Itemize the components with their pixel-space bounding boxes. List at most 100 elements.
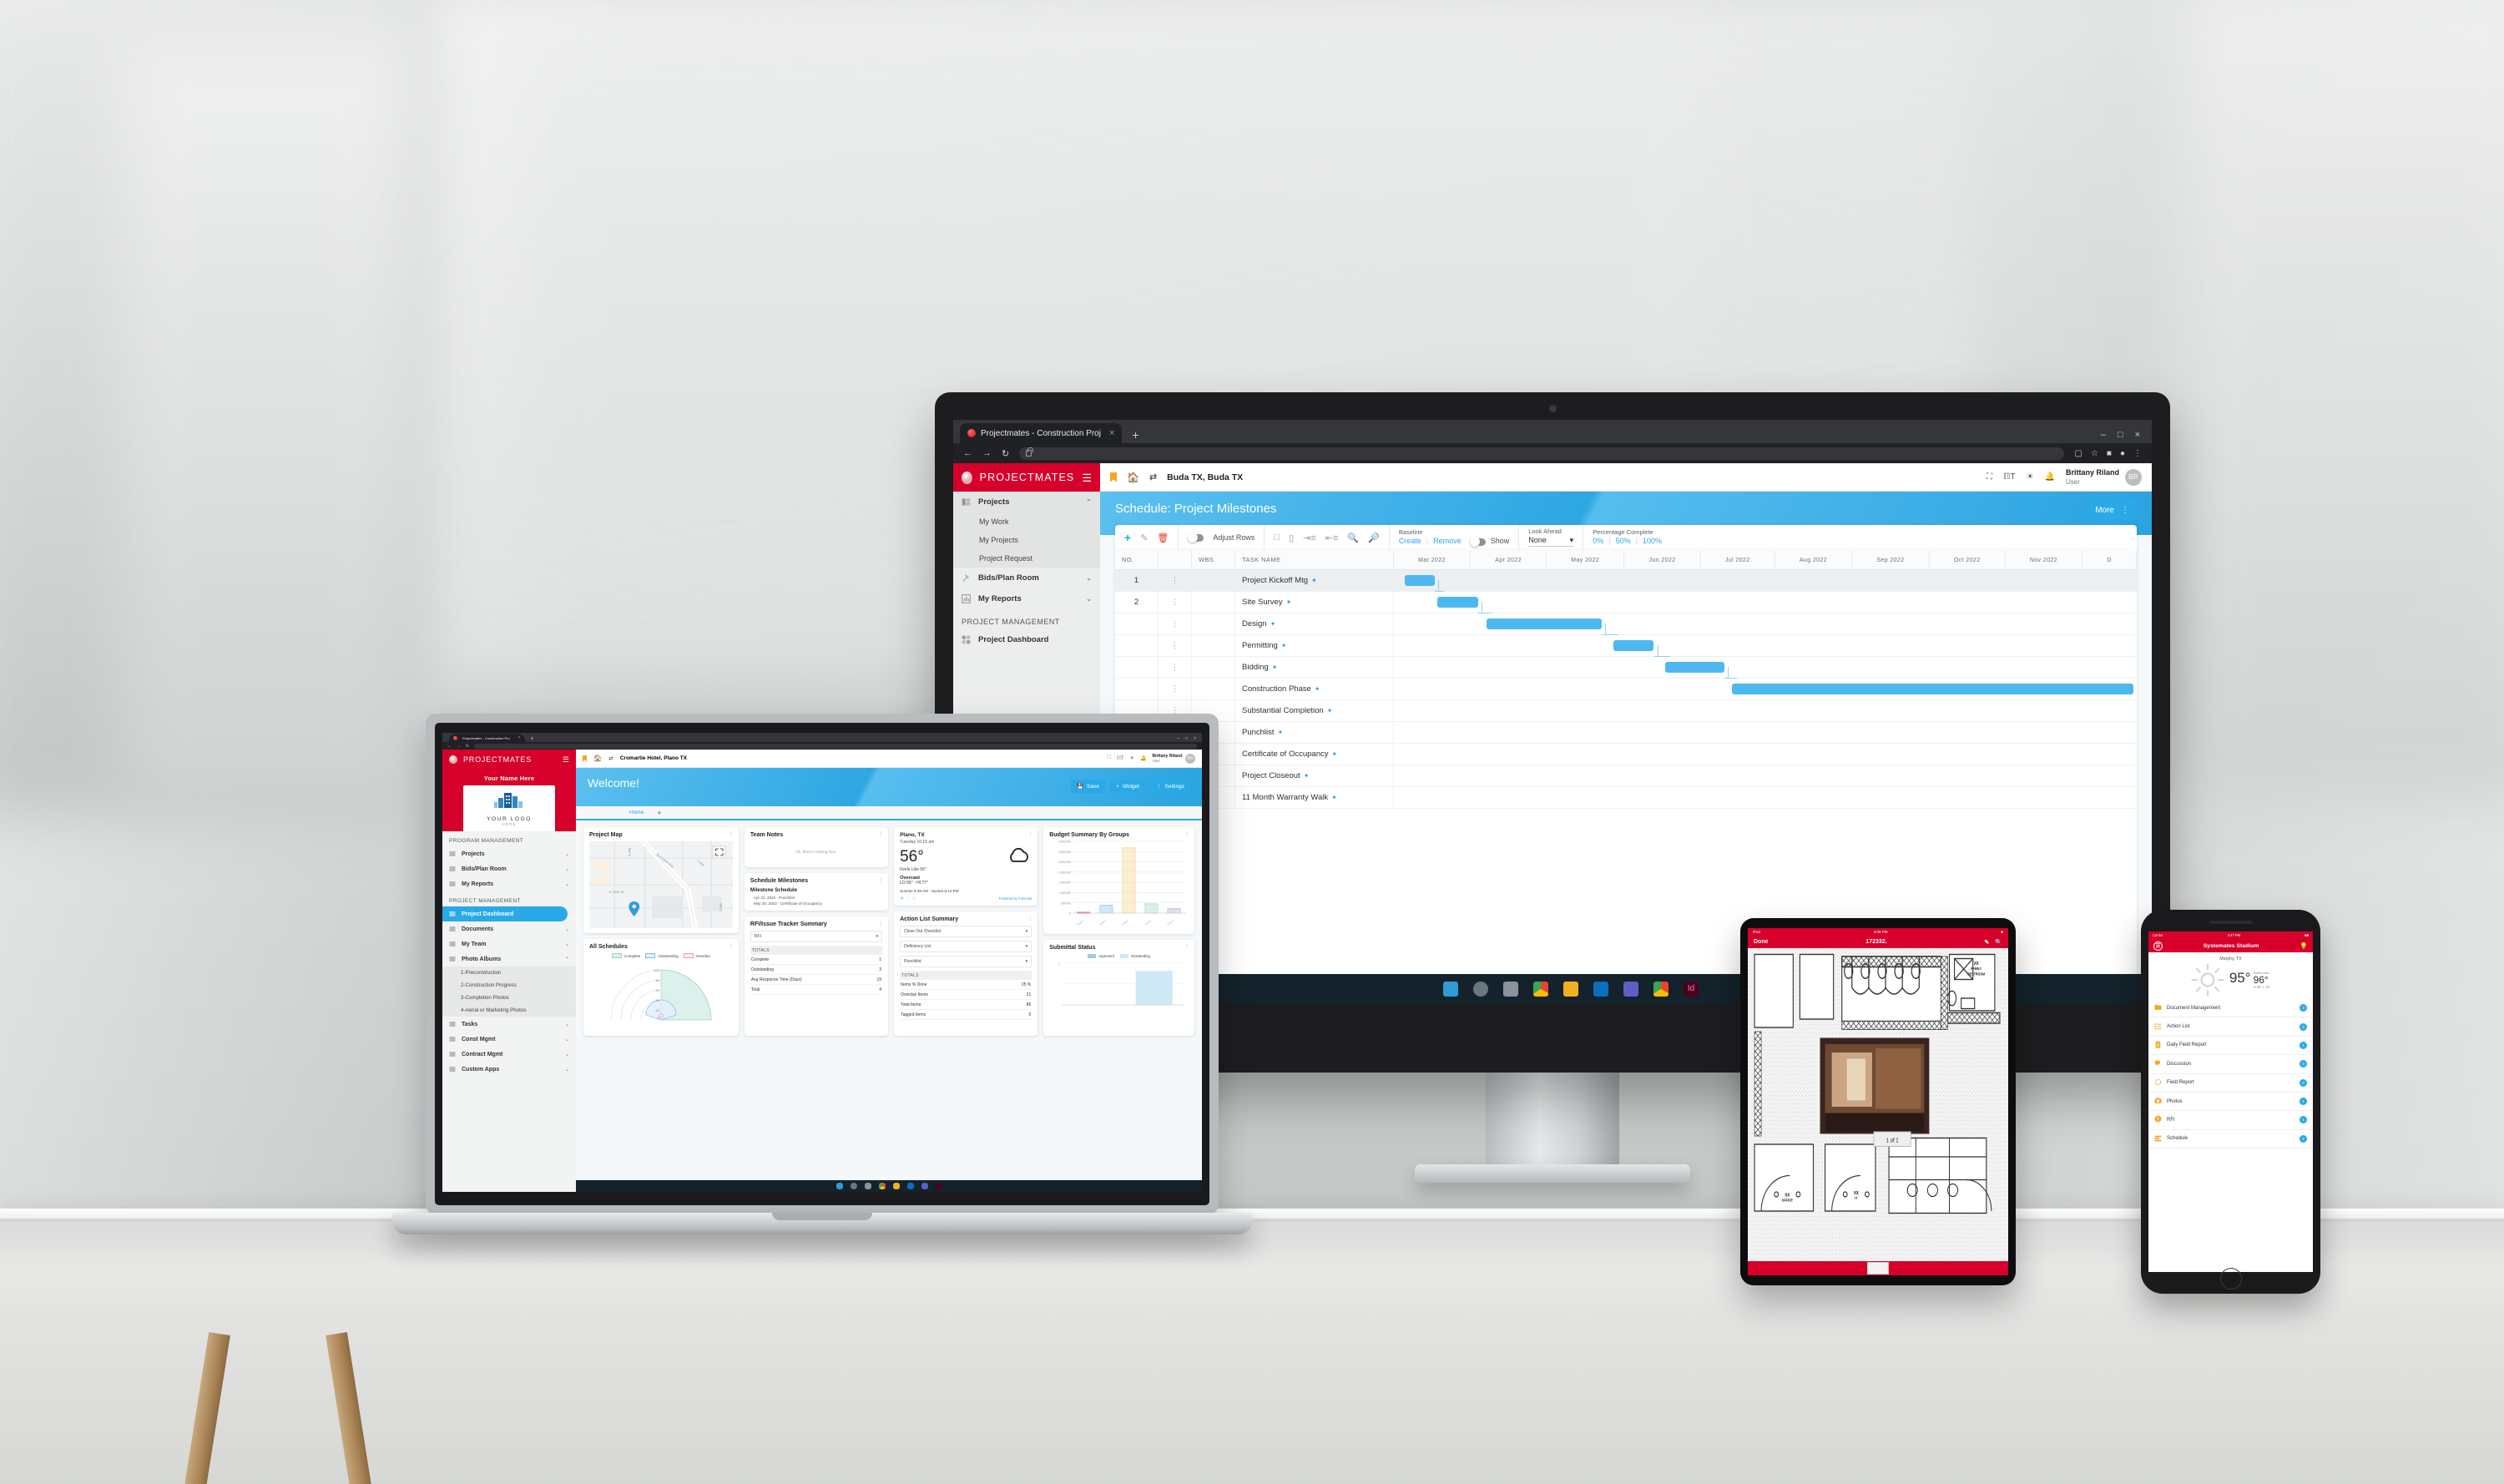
back-icon[interactable]: ← — [447, 744, 452, 749]
phone-menu-item-photos[interactable]: Photos 1 — [2148, 1093, 2313, 1112]
new-tab-button[interactable]: + — [1123, 428, 1147, 443]
explorer-icon[interactable] — [1563, 982, 1578, 997]
forward-icon[interactable]: → — [457, 744, 461, 749]
browser-extensions[interactable]: ▢ ☆ ■ ● ⋮ — [2074, 449, 2142, 458]
maximize-icon[interactable]: □ — [1185, 736, 1188, 741]
brightness-icon[interactable]: ☀ — [1130, 755, 1134, 761]
page-thumbnail[interactable] — [1867, 1262, 1889, 1275]
sidebar-subitem[interactable]: 3-Completion Photos — [442, 992, 576, 1004]
sidebar-item-my-team[interactable]: My Team ⌄ — [442, 936, 576, 951]
rfi-select[interactable]: RFI ▾ — [750, 931, 883, 942]
home-button[interactable] — [2219, 1268, 2242, 1290]
back-icon[interactable]: ← — [963, 448, 972, 458]
close-tab-icon[interactable]: × — [1109, 428, 1114, 438]
expand-all-icon[interactable]: □ — [1274, 533, 1280, 543]
avatar[interactable]: BR — [1185, 753, 1195, 764]
action-list-select[interactable]: Deficiency List ▾ — [900, 941, 1032, 952]
zoom-in-icon[interactable]: 🔍 — [1347, 533, 1359, 543]
taskview-icon[interactable] — [1503, 982, 1518, 997]
maximize-icon[interactable]: □ — [2118, 430, 2123, 440]
close-tab-icon[interactable]: × — [518, 735, 521, 740]
kebab-icon[interactable]: ⋮ — [729, 944, 734, 949]
weather-credit[interactable]: Powered by Forecast — [999, 896, 1032, 901]
phone-menu-item-action-list[interactable]: Action List 3 — [2148, 1017, 2313, 1037]
explorer-icon[interactable] — [892, 1183, 900, 1189]
gantt-bar[interactable] — [1405, 575, 1435, 586]
share-icon[interactable]: ▢ — [2074, 449, 2082, 458]
bookmark-icon[interactable] — [1110, 472, 1117, 482]
avatar[interactable]: BR — [2125, 468, 2142, 486]
sidebar-item-my-work[interactable]: My Work — [953, 512, 1100, 531]
kebab-icon[interactable]: ⋮ — [878, 878, 883, 883]
indesign-icon[interactable] — [935, 1183, 942, 1189]
laptop-taskbar[interactable] — [576, 1180, 1202, 1192]
sidebar-item-bids-plan-room[interactable]: Bids/Plan Room ⌄ — [953, 568, 1100, 588]
chevron-icon[interactable]: ⌄ — [565, 1022, 569, 1027]
swap-icon[interactable]: ⇄ — [608, 755, 613, 762]
sidebar-item-my-reports[interactable]: My Reports ⌄ — [953, 588, 1100, 609]
new-tab-button[interactable]: + — [527, 736, 538, 742]
sidebar-subitem[interactable]: 1-Preconstruction — [442, 967, 576, 979]
start-icon[interactable] — [836, 1183, 843, 1189]
gantt-bar[interactable] — [1487, 618, 1603, 629]
chevron-up-icon[interactable]: ⌃ — [1086, 498, 1092, 506]
close-window-icon[interactable]: × — [2135, 430, 2140, 440]
bell-icon[interactable]: 🔔 — [1140, 755, 1146, 761]
sidebar-subitem[interactable]: 4-Aerial or Marketing Photos — [442, 1004, 576, 1017]
phone-menu-item-field-report[interactable]: Field Report 0 — [2148, 1074, 2313, 1093]
sidebar-item-project-dashboard[interactable]: Project Dashboard — [953, 629, 1100, 650]
home-icon[interactable]: 🏠 — [1127, 472, 1139, 483]
window-controls[interactable]: – □ × — [1171, 736, 1202, 742]
star-icon[interactable]: ☆ — [2091, 449, 2098, 458]
window-controls[interactable]: – □ × — [2089, 430, 2152, 443]
outlook-icon[interactable] — [906, 1183, 914, 1189]
unit-c[interactable]: °C — [911, 896, 916, 901]
chevron-icon[interactable]: ⌄ — [565, 941, 569, 947]
gantt-bar[interactable] — [1613, 640, 1654, 651]
chrome-icon[interactable] — [1533, 982, 1548, 997]
indesign-icon[interactable]: Id — [1684, 982, 1699, 997]
percent-50[interactable]: 50% — [1616, 537, 1631, 546]
sidebar-item-documents[interactable]: Documents ⌄ — [442, 921, 576, 936]
chevron-icon[interactable]: ⌄ — [565, 866, 569, 872]
indent-icon[interactable]: ⇥≡ — [1303, 533, 1316, 543]
unit-f[interactable]: °F — [900, 896, 904, 901]
kebab-icon[interactable]: ⋮ — [1027, 916, 1032, 921]
swap-icon[interactable]: ⇄ — [1149, 472, 1157, 482]
outlook-icon[interactable] — [1593, 982, 1608, 997]
gantt-bar[interactable] — [1731, 684, 2133, 694]
address-bar[interactable] — [474, 743, 1197, 749]
menu-icon[interactable]: ⋮ — [2133, 449, 2142, 458]
sidebar-item-my-projects[interactable]: My Projects — [953, 531, 1100, 549]
hamburger-icon[interactable]: ☰ — [563, 755, 569, 764]
sidebar-item-const-mgmt[interactable]: Const Mgmt ⌄ — [442, 1032, 576, 1047]
kebab-icon[interactable]: ⋮ — [878, 832, 883, 837]
phone-menu-item-rfi[interactable]: RFI 1 — [2148, 1111, 2313, 1130]
chevron-icon[interactable]: ⌄ — [565, 851, 569, 857]
collapse-box-icon[interactable]: ▯ — [1289, 533, 1294, 543]
kebab-icon[interactable]: ⋮ — [1184, 832, 1189, 837]
sidebar-item-bids-plan-room[interactable]: Bids/Plan Room ⌄ — [442, 861, 576, 876]
lookahead-select[interactable]: None ▾ — [1528, 536, 1574, 548]
profile-icon[interactable]: ● — [2120, 449, 2125, 458]
teams-icon[interactable] — [921, 1183, 928, 1189]
teams-icon[interactable] — [1623, 982, 1638, 997]
edit-icon[interactable]: ✎ — [1140, 533, 1148, 543]
tab-home[interactable]: Home — [629, 810, 644, 815]
chevron-icon[interactable]: ⌄ — [565, 1052, 569, 1057]
close-window-icon[interactable]: × — [1194, 736, 1196, 741]
map-canvas[interactable]: K Ave Municipal Ave E 16th St L Ave J Av… — [589, 841, 733, 928]
sidebar-item-my-reports[interactable]: My Reports ⌄ — [442, 876, 576, 891]
chevron-icon[interactable]: ⌄ — [565, 926, 569, 932]
menu-icon[interactable]: ☰ — [2153, 941, 2163, 951]
bell-icon[interactable]: 🔔 — [2045, 472, 2055, 482]
fullscreen-icon[interactable]: ⛶ — [1108, 755, 1111, 761]
markup-icon[interactable]: ✎ — [1984, 939, 1989, 946]
extension-icon[interactable]: ■ — [2107, 449, 2112, 458]
chrome2-icon[interactable] — [1653, 982, 1668, 997]
done-button[interactable]: Done — [1754, 939, 1769, 945]
home-icon[interactable]: 🏠 — [593, 755, 602, 762]
address-bar[interactable] — [1019, 447, 2065, 460]
reload-icon[interactable]: ↻ — [1002, 448, 1009, 459]
action-list-select[interactable]: Punchlist ▾ — [900, 956, 1032, 967]
